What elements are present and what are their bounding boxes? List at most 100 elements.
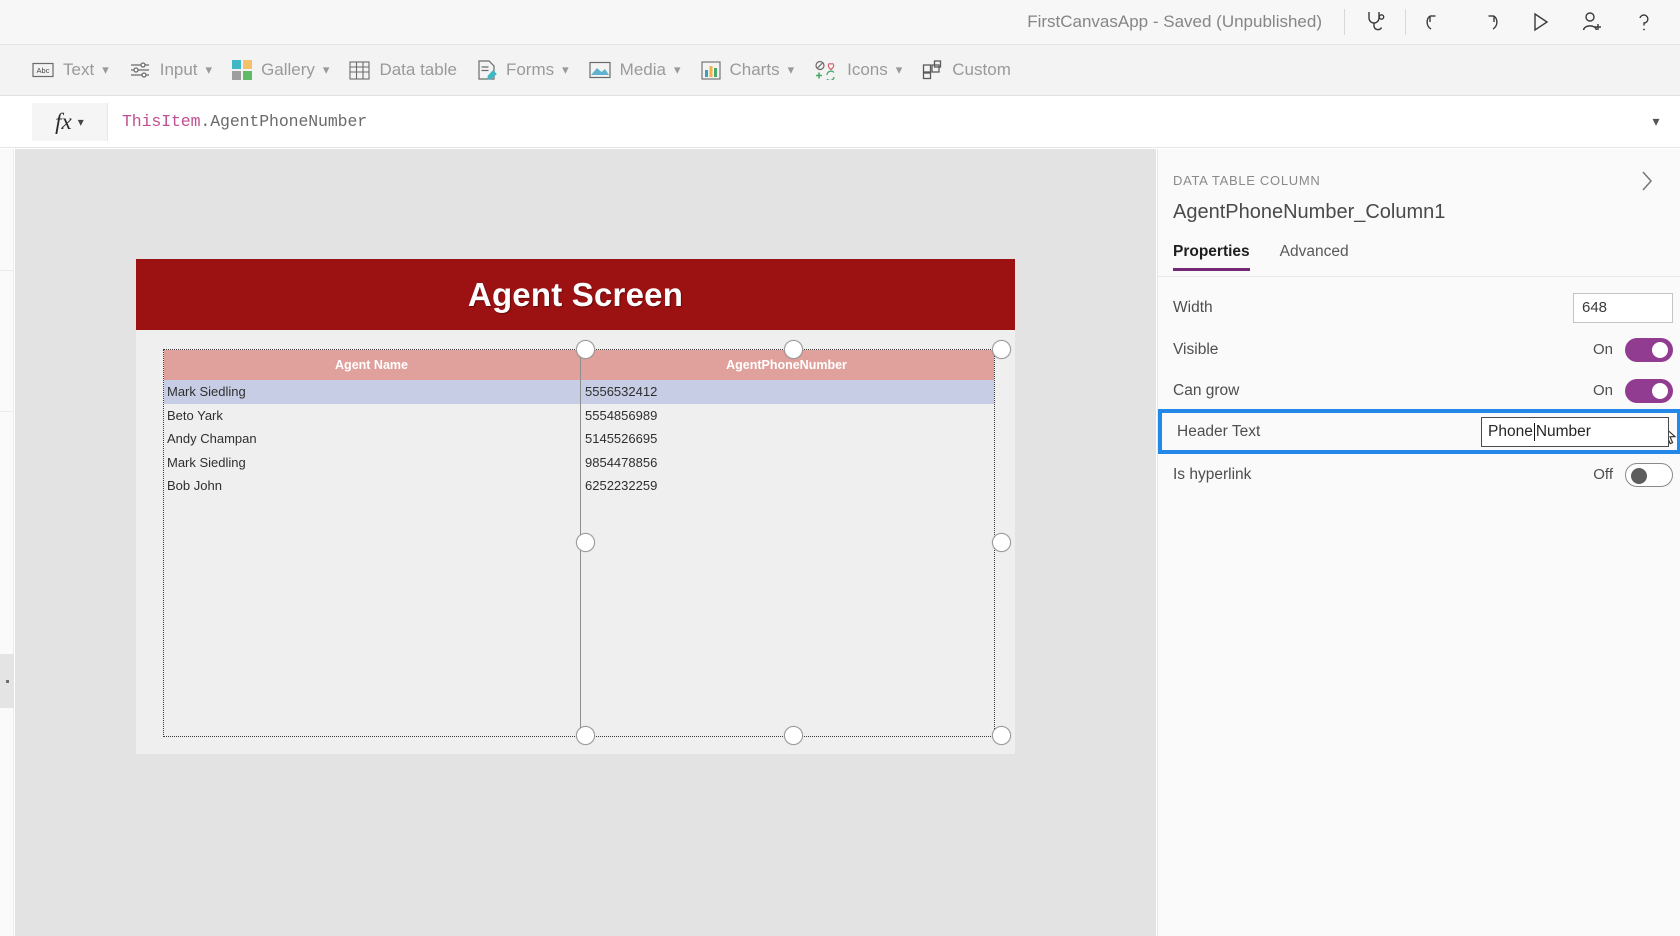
- visible-state-label: On: [1592, 341, 1613, 358]
- ribbon-item-custom[interactable]: Custom: [912, 44, 1021, 96]
- resize-handle-top-center[interactable]: [784, 340, 803, 359]
- property-label-visible: Visible: [1173, 340, 1219, 358]
- ribbon-item-gallery[interactable]: Gallery ▾: [222, 44, 339, 96]
- resize-handle-top-right[interactable]: [992, 340, 1011, 359]
- canvas-workspace: Agent Screen Agent Name AgentPhoneNumber…: [15, 149, 1156, 936]
- rail-divider-1: [0, 270, 14, 271]
- resize-handle-middle-left[interactable]: [576, 533, 595, 552]
- table-row[interactable]: Beto Yark 5554856989: [164, 404, 994, 428]
- properties-panel: DATA TABLE COLUMN AgentPhoneNumber_Colum…: [1157, 149, 1680, 936]
- property-control-is-hyperlink: Off: [1593, 462, 1680, 487]
- resize-handle-middle-right[interactable]: [992, 533, 1011, 552]
- property-label-width: Width: [1173, 298, 1213, 316]
- table-row[interactable]: Bob John 6252232259: [164, 474, 994, 498]
- ribbon-label: Input: [159, 60, 198, 79]
- toggle-knob: [1631, 467, 1647, 484]
- cell-agent-name: Beto Yark: [167, 407, 223, 423]
- column-header-agent-name[interactable]: Agent Name: [164, 350, 579, 380]
- cell-agent-phone: 6252232259: [585, 478, 658, 494]
- ribbon-label: Data table: [379, 60, 457, 79]
- left-rail: [0, 149, 14, 936]
- ribbon-item-media[interactable]: Media ▾: [579, 44, 691, 96]
- gallery-squares-icon: [232, 60, 253, 80]
- chevron-down-icon: ▾: [205, 62, 213, 77]
- ribbon-item-forms[interactable]: Forms ▾: [467, 44, 579, 96]
- ribbon-item-icons[interactable]: Icons ▾: [804, 44, 912, 96]
- resize-handle-bottom-right[interactable]: [992, 726, 1011, 745]
- resize-handle-bottom-center[interactable]: [784, 726, 803, 745]
- table-row[interactable]: Mark Siedling 9854478856: [164, 451, 994, 475]
- property-control-header-text: Phone Number: [1481, 416, 1677, 447]
- property-row-header-text[interactable]: Header Text Phone Number: [1158, 409, 1680, 454]
- table-row[interactable]: Andy Champan 5145526695: [164, 427, 994, 451]
- property-row-width: Width 648: [1158, 287, 1680, 328]
- chevron-down-icon: ▾: [102, 62, 109, 77]
- chevron-down-icon: ▾: [77, 114, 84, 129]
- ribbon-label: Custom: [952, 60, 1011, 79]
- redo-icon[interactable]: [1462, 0, 1514, 44]
- ribbon-item-text[interactable]: Abc Text ▾: [22, 44, 119, 96]
- chevron-down-icon: ▾: [895, 62, 903, 77]
- ribbon-label: Gallery: [261, 60, 315, 79]
- icons-shapes-icon: [814, 60, 838, 80]
- can-grow-state-label: On: [1592, 382, 1613, 399]
- input-sliders-icon: [129, 60, 151, 80]
- toggle-knob: [1652, 382, 1668, 399]
- panel-tabs: Properties Advanced: [1173, 243, 1349, 271]
- width-input[interactable]: 648: [1573, 292, 1673, 323]
- screen-title-label: Agent Screen: [467, 275, 684, 313]
- panel-kicker-label: DATA TABLE COLUMN: [1173, 173, 1321, 188]
- formula-input[interactable]: ThisItem .AgentPhoneNumber: [108, 103, 1632, 141]
- chevron-down-icon: ▾: [322, 62, 330, 77]
- resize-handle-bottom-left[interactable]: [576, 726, 595, 745]
- cell-agent-name: Andy Champan: [167, 431, 257, 447]
- fx-property-selector[interactable]: fx ▾: [32, 102, 108, 141]
- app-title: FirstCanvasApp - Saved (Unpublished): [1027, 12, 1322, 31]
- tab-properties[interactable]: Properties: [1173, 243, 1250, 271]
- media-image-icon: [589, 61, 611, 79]
- property-label-header-text: Header Text: [1177, 422, 1261, 440]
- toolbar-divider-2: [1405, 9, 1406, 35]
- tab-advanced[interactable]: Advanced: [1280, 243, 1349, 271]
- top-command-bar: FirstCanvasApp - Saved (Unpublished): [0, 0, 1680, 44]
- rail-collapse-handle[interactable]: [0, 654, 14, 708]
- custom-blocks-icon: [922, 60, 943, 80]
- formula-token-thisitem: ThisItem: [122, 112, 201, 131]
- visible-toggle[interactable]: [1625, 337, 1673, 362]
- resize-handle-top-left[interactable]: [576, 340, 595, 359]
- is-hyperlink-toggle[interactable]: [1625, 462, 1673, 487]
- property-control-can-grow: On: [1592, 378, 1680, 403]
- text-abc-icon: Abc: [32, 61, 54, 79]
- share-icon[interactable]: [1566, 0, 1618, 44]
- formula-token-property: .AgentPhoneNumber: [200, 112, 368, 131]
- cell-agent-phone: 5145526695: [585, 431, 658, 447]
- cell-agent-name: Mark Siedling: [167, 454, 246, 470]
- formula-expand-chevron-icon[interactable]: ▾: [1632, 103, 1680, 141]
- app-checker-icon[interactable]: [1349, 0, 1401, 44]
- property-label-is-hyperlink: Is hyperlink: [1173, 465, 1252, 483]
- ribbon-item-data-table[interactable]: Data table: [339, 44, 467, 96]
- undo-icon[interactable]: [1410, 0, 1462, 44]
- help-icon[interactable]: [1618, 0, 1670, 44]
- header-text-input[interactable]: Phone Number: [1481, 416, 1669, 447]
- rail-divider-2: [0, 411, 14, 412]
- cell-agent-name: Bob John: [167, 478, 222, 494]
- ribbon-label: Charts: [729, 60, 780, 79]
- property-row-is-hyperlink: Is hyperlink Off: [1158, 454, 1680, 495]
- text-caret: [1533, 422, 1535, 441]
- property-row-can-grow: Can grow On: [1158, 370, 1680, 411]
- ribbon-item-charts[interactable]: Charts ▾: [691, 44, 805, 96]
- app-screen[interactable]: Agent Screen Agent Name AgentPhoneNumber…: [136, 259, 1015, 754]
- data-table-icon: [349, 60, 371, 80]
- formula-bar: fx ▾ ThisItem .AgentPhoneNumber ▾: [0, 96, 1680, 148]
- can-grow-toggle[interactable]: [1625, 378, 1673, 403]
- is-hyperlink-state-label: Off: [1593, 466, 1613, 483]
- chevron-down-icon: ▾: [673, 62, 681, 77]
- table-row[interactable]: Mark Siedling 5556532412: [164, 380, 994, 404]
- preview-icon[interactable]: [1514, 0, 1566, 44]
- toggle-knob: [1652, 341, 1668, 358]
- screen-header-banner[interactable]: Agent Screen: [136, 259, 1015, 330]
- ribbon-item-input[interactable]: Input ▾: [119, 44, 222, 96]
- cell-agent-phone: 9854478856: [585, 454, 658, 470]
- chevron-right-icon[interactable]: [1632, 166, 1662, 196]
